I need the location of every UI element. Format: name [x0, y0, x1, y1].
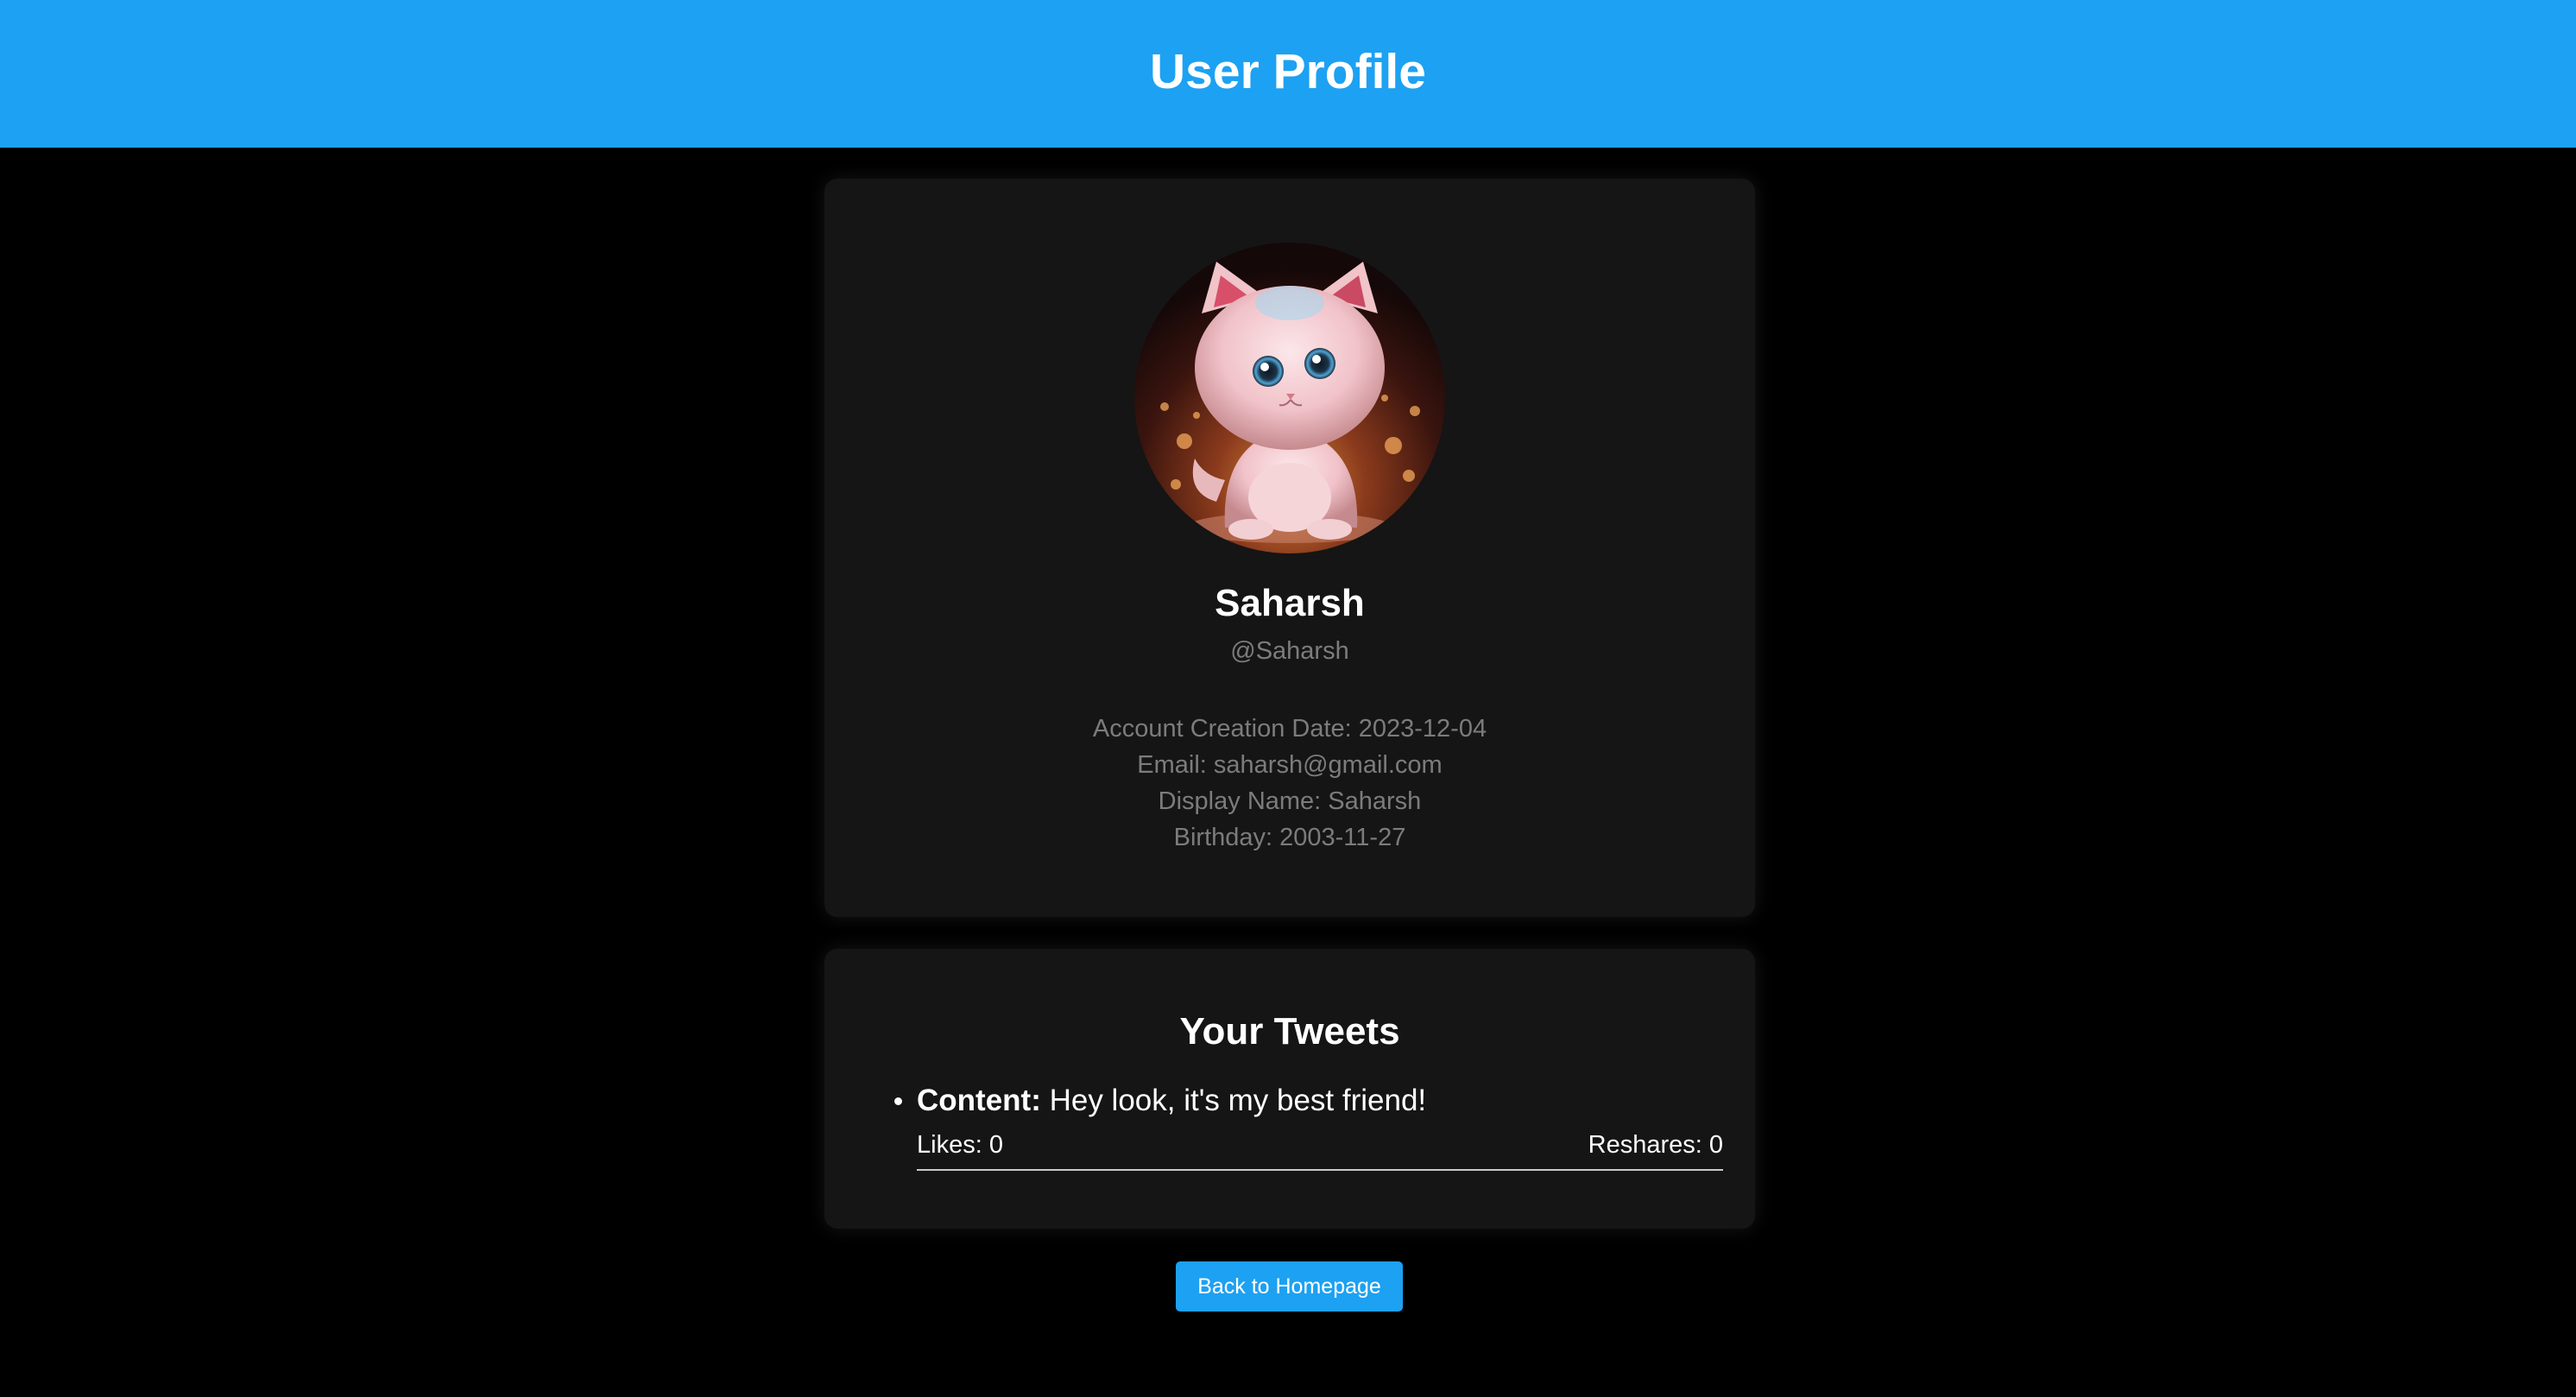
- profile-card: Saharsh @Saharsh Account Creation Date: …: [824, 179, 1755, 917]
- page-title: User Profile: [1150, 44, 1426, 99]
- page-header: User Profile: [0, 0, 2576, 148]
- reshares-count: Reshares: 0: [1588, 1131, 1723, 1159]
- avatar: [1134, 243, 1445, 553]
- tweet-content-label: Content:: [917, 1084, 1041, 1117]
- display-name-info: Display Name: Saharsh: [1158, 787, 1422, 815]
- list-item: Content: Hey look, it's my best friend! …: [894, 1082, 1723, 1171]
- bullet-icon: [894, 1097, 902, 1105]
- account-creation-date: Account Creation Date: 2023-12-04: [1092, 715, 1487, 743]
- tweets-card: Your Tweets Content: Hey look, it's my b…: [824, 949, 1755, 1229]
- tweet-content: Content: Hey look, it's my best friend!: [917, 1082, 1723, 1120]
- kitten-avatar-icon: [1134, 243, 1445, 553]
- email-info: Email: saharsh@gmail.com: [1137, 751, 1443, 779]
- user-handle: @Saharsh: [1230, 637, 1349, 665]
- back-to-homepage-button[interactable]: Back to Homepage: [1176, 1261, 1403, 1312]
- profile-info: Account Creation Date: 2023-12-04 Email:…: [824, 711, 1755, 856]
- tweet-content-text: Hey look, it's my best friend!: [1049, 1084, 1427, 1117]
- user-name: Saharsh: [1215, 582, 1365, 624]
- likes-count: Likes: 0: [917, 1131, 1003, 1159]
- tweets-title: Your Tweets: [1179, 1010, 1400, 1052]
- birthday-info: Birthday: 2003-11-27: [1173, 824, 1406, 851]
- tweet-stats: Likes: 0 Reshares: 0: [917, 1128, 1723, 1171]
